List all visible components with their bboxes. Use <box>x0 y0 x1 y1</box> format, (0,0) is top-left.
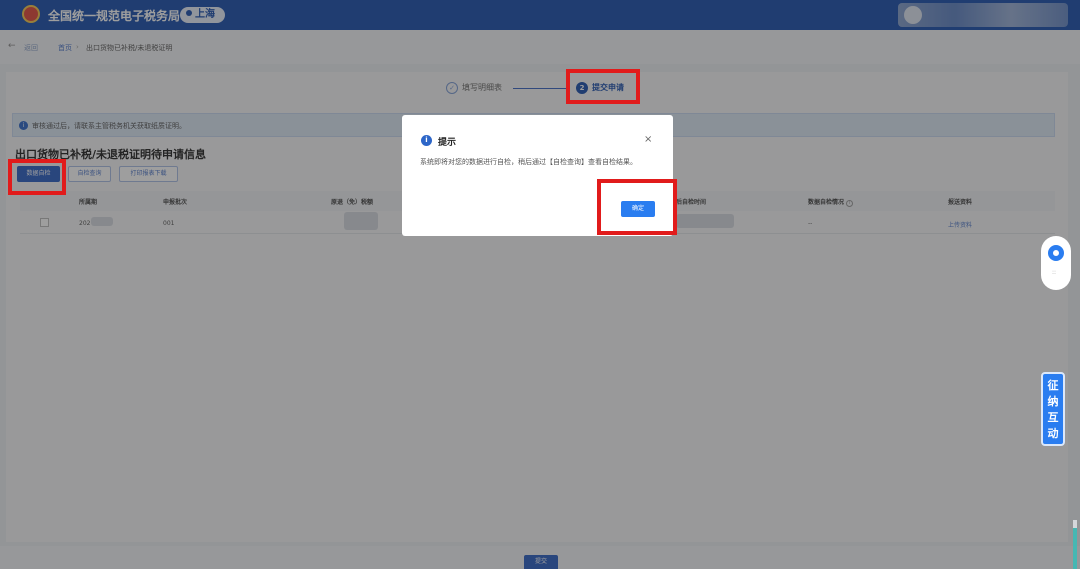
highlight-box-self-check <box>8 159 66 195</box>
dialog-title: 提示 <box>438 138 457 148</box>
interaction-label: 征纳互动 <box>1047 379 1059 440</box>
floating-chat-widget[interactable]: :: <box>1041 236 1071 290</box>
scrollbar-thumb[interactable] <box>1073 528 1077 569</box>
drag-handle-icon[interactable]: :: <box>1052 269 1056 276</box>
chat-bubble-icon[interactable] <box>1048 245 1064 261</box>
modal-overlay <box>0 0 1080 569</box>
dialog-message: 系统即将对您的数据进行自检，稍后通过【自检查询】查看自检结果。 <box>420 158 637 166</box>
interaction-button[interactable]: 征纳互动 <box>1041 372 1065 446</box>
highlight-box-ok <box>597 179 677 235</box>
highlight-box-step <box>566 69 640 104</box>
info-icon: i <box>421 135 432 146</box>
close-icon[interactable]: × <box>644 134 652 145</box>
